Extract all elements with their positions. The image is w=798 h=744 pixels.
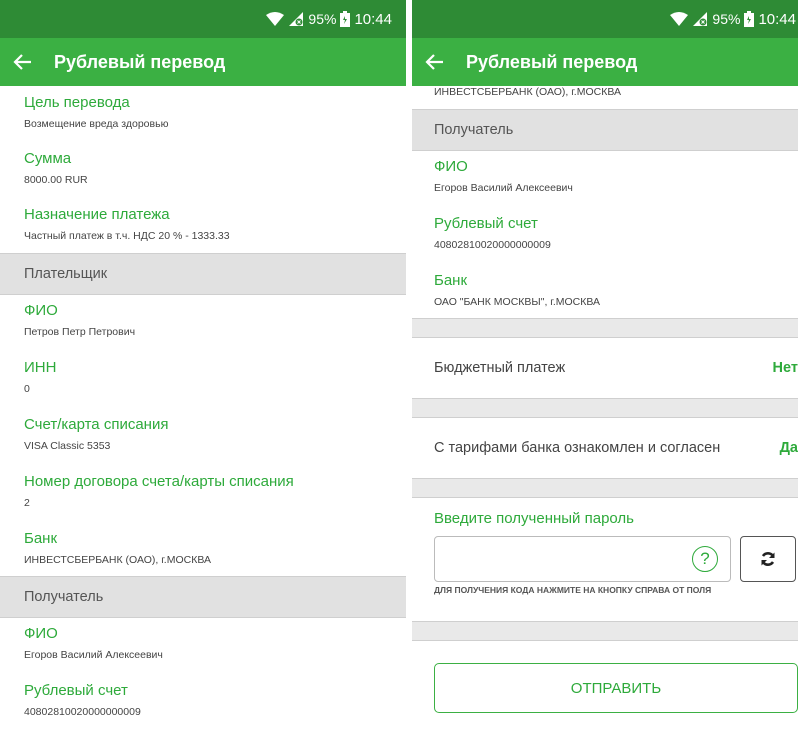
field-value: 40802810020000000009 (24, 706, 141, 718)
section-recipient: Получатель (0, 576, 406, 618)
no-sim-icon (289, 12, 304, 26)
budget-payment-row[interactable]: Бюджетный платеж Нет (412, 338, 798, 398)
back-button[interactable] (12, 50, 36, 74)
field-label: Сумма (24, 150, 72, 167)
field-value: 2 (24, 497, 30, 509)
field-debit-card: Счет/карта списания VISA Classic 5353 (0, 415, 406, 453)
field-value: ОАО "БАНК МОСКВЫ", г.МОСКВА (434, 296, 601, 308)
field-inn: ИНН 0 (0, 358, 406, 396)
field-purpose: Цель перевода Возмещение вреда здоровью (0, 93, 406, 131)
password-row: ? (412, 536, 798, 582)
field-label: Назначение платежа (24, 206, 170, 223)
section-payer: Плательщик (0, 253, 406, 295)
screen-left: 95% 10:44 Рублевый перевод Цель перевода… (0, 0, 406, 744)
field-value: Петров Петр Петрович (24, 326, 136, 338)
field-recipient-name: ФИО Егоров Василий Алексеевич (0, 624, 406, 662)
app-bar: Рублевый перевод (412, 38, 798, 86)
field-value: Частный платеж в т.ч. НДС 20 % - 1333.33 (24, 230, 230, 242)
tariff-agreement-row[interactable]: С тарифами банка ознакомлен и согласен Д… (412, 418, 798, 478)
battery-icon (340, 11, 351, 27)
field-label: ФИО (434, 158, 468, 175)
page-title: Рублевый перевод (54, 51, 226, 72)
field-label: ФИО (24, 302, 58, 319)
battery-icon (744, 11, 755, 27)
field-value: ИНВЕСТСБЕРБАНК (ОАО), г.МОСКВА (434, 86, 621, 98)
back-arrow-icon (425, 54, 443, 70)
battery-percent: 95% (712, 11, 741, 27)
field-payer-name: ФИО Петров Петр Петрович (0, 301, 406, 339)
row-value: Нет (772, 360, 798, 376)
screen-right: 95% 10:44 Рублевый перевод ИНВЕСТСБЕРБАН… (412, 0, 798, 744)
row-label: Бюджетный платеж (434, 360, 566, 376)
clock: 10:44 (354, 10, 392, 28)
battery-percent: 95% (308, 11, 337, 27)
field-value: VISA Classic 5353 (24, 440, 111, 452)
field-label: Рублевый счет (434, 215, 538, 232)
status-bar: 95% 10:44 (412, 0, 798, 38)
field-value: Возмещение вреда здоровью (24, 118, 169, 130)
field-label: Цель перевода (24, 94, 130, 111)
field-contract-number: Номер договора счета/карты списания 2 (0, 472, 406, 510)
form-content: Цель перевода Возмещение вреда здоровью … (0, 86, 406, 719)
field-recipient-name: ФИО Егоров Василий Алексеевич (412, 157, 798, 195)
separator (412, 621, 798, 641)
app-bar: Рублевый перевод (0, 38, 406, 86)
field-recipient-account: Рублевый счет 40802810020000000009 (0, 681, 406, 719)
refresh-button[interactable] (740, 536, 796, 582)
wifi-icon (266, 12, 285, 26)
password-input[interactable] (435, 537, 675, 581)
field-value: Егоров Василий Алексеевич (24, 649, 163, 661)
send-button[interactable]: ОТПРАВИТЬ (434, 663, 798, 713)
password-block: Введите полученный пароль ? ДЛЯ ПОЛУЧЕНИ… (412, 510, 798, 595)
field-recipient-account: Рублевый счет 40802810020000000009 (412, 214, 798, 252)
section-recipient: Получатель (412, 109, 798, 151)
field-recipient-bank: Банк ОАО "БАНК МОСКВЫ", г.МОСКВА (412, 271, 798, 309)
help-icon[interactable]: ? (692, 546, 718, 572)
clock: 10:44 (758, 10, 796, 28)
separator (412, 398, 798, 418)
field-label: Номер договора счета/карты списания (24, 473, 294, 490)
refresh-icon (761, 552, 775, 566)
no-sim-icon (693, 12, 708, 26)
field-payer-bank: Банк ИНВЕСТСБЕРБАНК (ОАО), г.МОСКВА (0, 529, 406, 567)
field-value: 0 (24, 383, 30, 395)
password-label: Введите полученный пароль (434, 510, 634, 527)
page-title: Рублевый перевод (466, 51, 638, 72)
back-arrow-icon (13, 54, 31, 70)
row-label: С тарифами банка ознакомлен и согласен (434, 440, 721, 456)
row-value: Да (779, 440, 798, 456)
back-button[interactable] (424, 50, 448, 74)
separator (412, 318, 798, 338)
status-bar: 95% 10:44 (0, 0, 406, 38)
field-value: ИНВЕСТСБЕРБАНК (ОАО), г.МОСКВА (24, 554, 211, 566)
field-payer-bank-partial: ИНВЕСТСБЕРБАНК (ОАО), г.МОСКВА (412, 85, 798, 99)
password-input-box: ? (434, 536, 731, 582)
field-payment-purpose: Назначение платежа Частный платеж в т.ч.… (0, 205, 406, 243)
password-hint: ДЛЯ ПОЛУЧЕНИЯ КОДА НАЖМИТЕ НА КНОПКУ СПР… (434, 585, 712, 595)
field-label: ФИО (24, 625, 58, 642)
field-amount: Сумма 8000.00 RUR (0, 149, 406, 187)
field-label: Банк (24, 530, 58, 547)
wifi-icon (670, 12, 689, 26)
field-value: 40802810020000000009 (434, 239, 551, 251)
field-label: ИНН (24, 359, 57, 376)
field-value: 8000.00 RUR (24, 174, 88, 186)
separator (412, 478, 798, 498)
field-label: Счет/карта списания (24, 416, 169, 433)
form-content: ИНВЕСТСБЕРБАНК (ОАО), г.МОСКВА Получател… (412, 85, 798, 713)
field-label: Рублевый счет (24, 682, 128, 699)
field-value: Егоров Василий Алексеевич (434, 182, 573, 194)
field-label: Банк (434, 272, 468, 289)
